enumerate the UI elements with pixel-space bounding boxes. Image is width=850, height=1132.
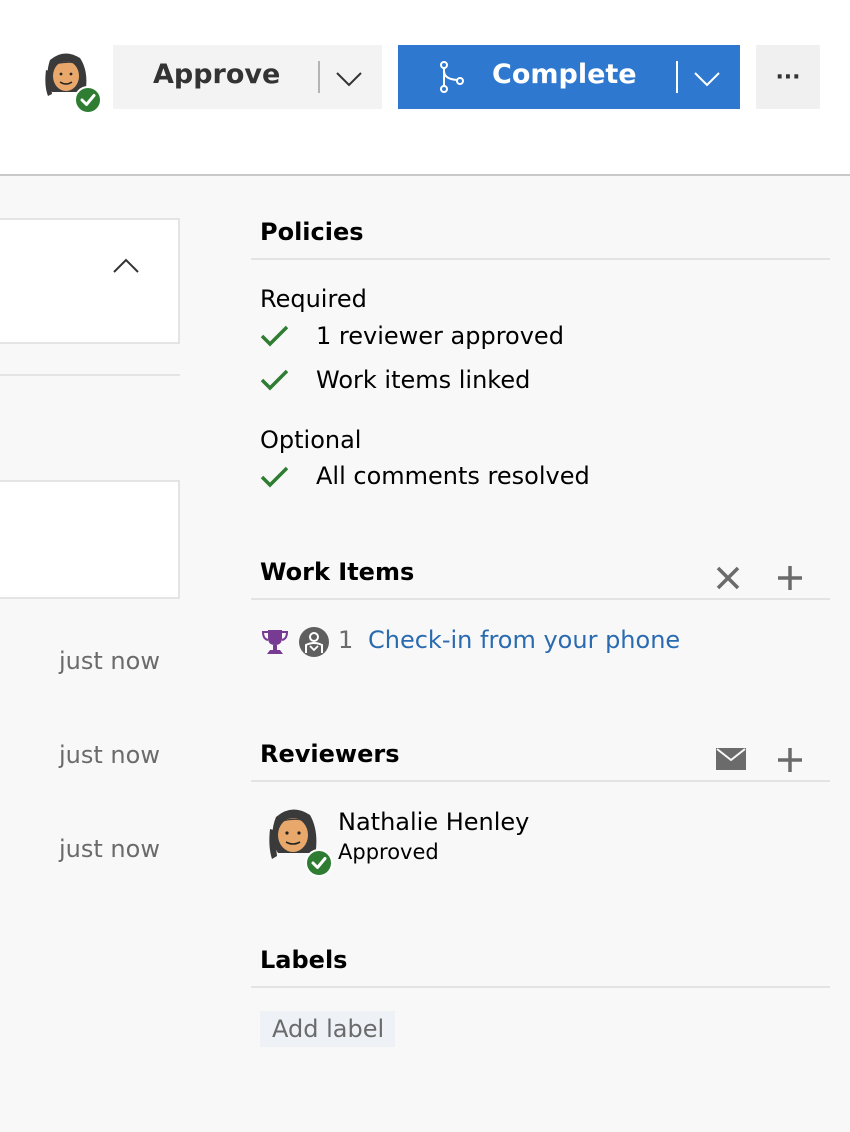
pull-request-header: Approve Complete ···	[0, 0, 850, 176]
section-divider	[251, 598, 830, 600]
checkmark-icon	[260, 324, 290, 352]
work-item-row[interactable]: 1 Check-in from your phone	[260, 624, 820, 658]
complete-button[interactable]: Complete	[398, 45, 740, 109]
trophy-icon	[261, 628, 289, 660]
plus-icon[interactable]	[776, 746, 804, 778]
person-icon	[298, 626, 330, 662]
complete-label: Complete	[492, 59, 637, 90]
more-actions-button[interactable]: ···	[756, 45, 820, 109]
close-icon[interactable]	[714, 564, 742, 596]
approve-divider	[318, 61, 320, 93]
divider	[0, 374, 180, 376]
description-card	[0, 218, 180, 344]
policy-reviewer-approved: 1 reviewer approved	[316, 322, 564, 350]
section-divider	[251, 258, 830, 260]
policy-comments-resolved: All comments resolved	[316, 462, 590, 490]
section-divider	[251, 986, 830, 988]
approve-label: Approve	[153, 59, 281, 90]
add-label-button[interactable]: Add label	[260, 1011, 395, 1047]
comment-input-card[interactable]	[0, 480, 180, 599]
labels-title: Labels	[260, 946, 348, 974]
mail-icon[interactable]	[716, 748, 746, 774]
policy-work-items-linked: Work items linked	[316, 366, 531, 394]
activity-timestamp: just now	[59, 835, 160, 863]
work-item-link[interactable]: Check-in from your phone	[368, 626, 680, 654]
plus-icon[interactable]	[776, 564, 804, 596]
branch-merge-icon	[438, 61, 466, 100]
reviewer-avatar	[264, 805, 333, 877]
reviewer-status: Approved	[338, 840, 439, 864]
more-dots-icon: ···	[775, 64, 801, 90]
chevron-down-icon[interactable]	[693, 65, 721, 96]
work-item-id: 1	[338, 626, 354, 654]
optional-label: Optional	[260, 426, 362, 454]
approve-button[interactable]: Approve	[113, 45, 382, 109]
work-items-title: Work Items	[260, 558, 415, 586]
chevron-down-icon[interactable]	[335, 65, 363, 96]
user-avatar[interactable]	[40, 50, 102, 114]
activity-timestamp: just now	[59, 741, 160, 769]
policies-title: Policies	[260, 218, 364, 246]
required-label: Required	[260, 285, 367, 313]
reviewers-title: Reviewers	[260, 740, 400, 768]
checkmark-icon	[260, 368, 290, 396]
checkmark-icon	[260, 465, 290, 493]
activity-timestamp: just now	[59, 647, 160, 675]
section-divider	[251, 780, 830, 782]
reviewer-name[interactable]: Nathalie Henley	[338, 808, 529, 836]
chevron-up-icon[interactable]	[112, 256, 140, 278]
complete-divider	[676, 61, 678, 93]
